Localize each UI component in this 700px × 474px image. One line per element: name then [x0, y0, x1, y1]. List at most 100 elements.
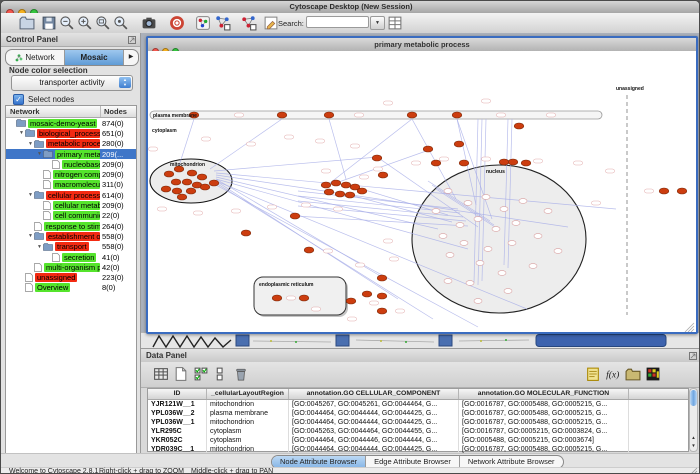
tree-item[interactable]: ▼transport558(0) [6, 242, 136, 252]
tree-item[interactable]: multi-organism pro42(0) [6, 262, 136, 272]
new-attribute-icon[interactable] [173, 366, 189, 382]
table-row[interactable]: YPL036W__1mitochondrion[GO:0044464, GO:0… [148, 418, 688, 427]
notes-icon[interactable] [585, 366, 601, 382]
tree-header[interactable]: Network Nodes [6, 106, 136, 118]
main-toolbar: Search: ▼ [1, 13, 700, 34]
node-count: 614(0) [102, 191, 124, 200]
node-count: 209(0) [102, 160, 124, 169]
tab-network[interactable]: Network [6, 50, 65, 65]
node-label [235, 113, 244, 117]
control-panel: Control Panel Network Mosaic ▶ Node colo… [1, 33, 141, 467]
annotation-icon[interactable] [263, 15, 279, 31]
node [182, 179, 192, 185]
search-input[interactable] [306, 16, 369, 28]
tab-mosaic[interactable]: Mosaic [65, 50, 124, 65]
tree-item[interactable]: ▼metabolic process280(0) [6, 139, 136, 149]
column-header[interactable]: _cellularLayoutRegion [207, 389, 289, 399]
scroll-up-icon[interactable]: ▲ [690, 434, 697, 442]
more-tabs-icon[interactable]: ▶ [124, 50, 138, 65]
collapse-icon[interactable]: ▼ [18, 130, 25, 136]
network-canvas-wrap: plasma membranecytoplasmmitochondrionnuc… [148, 51, 696, 332]
tree-item[interactable]: macromolecule311(0) [6, 180, 136, 190]
tree-item[interactable]: secretion41(0) [6, 252, 136, 262]
table-scrollbar[interactable]: ▲ ▼ [689, 388, 698, 452]
column-header[interactable]: ID [148, 389, 207, 399]
table-row[interactable]: YLR295Ccytoplasm[GO:0045263, GO:0044464,… [148, 427, 688, 436]
collapse-icon[interactable]: ▼ [27, 141, 34, 147]
tree-item-label: nucleobase- [62, 160, 100, 169]
help-icon[interactable] [169, 15, 185, 31]
tree-item[interactable]: response to stimul264(0) [6, 221, 136, 231]
attribute-table-header[interactable]: ID _cellularLayoutRegion annotation.GO C… [148, 389, 688, 400]
select-nodes-checkbox[interactable]: ✓ [13, 94, 24, 105]
node [431, 160, 441, 166]
layout-spring-icon[interactable] [241, 15, 257, 31]
float-panel-icon[interactable] [128, 35, 136, 43]
snapshot-icon[interactable] [141, 15, 157, 31]
table-row[interactable]: YKR052Ccytoplasm[GO:0044464, GO:0044446,… [148, 436, 688, 445]
node-count: 264(0) [102, 222, 124, 231]
network-view-window[interactable]: primary metabolic process plasma membran… [146, 36, 698, 334]
float-panel-icon[interactable] [689, 351, 697, 359]
app-window: Cytoscape Desktop (New Session) Search: … [0, 0, 700, 474]
tree-item-label: biological_process [37, 129, 100, 138]
collapse-icon[interactable]: ▼ [36, 151, 43, 157]
attribute-table-icon[interactable] [153, 366, 169, 382]
node-count: 22(0) [102, 211, 120, 220]
import-table-icon[interactable] [625, 366, 641, 382]
open-session-icon[interactable] [19, 15, 35, 31]
scroll-down-icon[interactable]: ▼ [690, 442, 697, 450]
search-dropdown-icon[interactable]: ▼ [370, 16, 385, 30]
node [346, 298, 356, 304]
tree-item[interactable]: ▼cellular process614(0) [6, 190, 136, 200]
resize-grip-icon[interactable] [689, 467, 698, 474]
tree-item[interactable]: mosaic-demo-yeast874(0) [6, 118, 136, 128]
collapse-icon[interactable]: ▼ [36, 244, 43, 250]
tree-item[interactable]: cellular metabol209(0) [6, 200, 136, 210]
tree-item[interactable]: unassigned223(0) [6, 272, 136, 282]
table-row[interactable]: YPL036W__2plasma membrane[GO:0044464, GO… [148, 409, 688, 418]
column-header[interactable] [629, 389, 688, 399]
network-window-titlebar[interactable]: primary metabolic process [148, 38, 696, 52]
column-header[interactable]: annotation.GO CELLULAR_COMPONENT [289, 389, 459, 399]
column-header[interactable]: annotation.GO MOLECULAR_FUNCTION [459, 389, 629, 399]
network-canvas[interactable]: plasma membranecytoplasmmitochondrionnuc… [148, 51, 696, 332]
dropdown-stepper-icon[interactable]: ▲▼ [119, 77, 131, 88]
tree-item[interactable]: ▼biological_process651(0) [6, 128, 136, 138]
tree-item[interactable]: ▼primary metabol209(... [6, 149, 136, 159]
file-icon [25, 283, 33, 292]
scrollbar-thumb[interactable] [690, 390, 697, 406]
table-row[interactable]: YJR121W__1mitochondrion[GO:0045267, GO:0… [148, 400, 688, 409]
tree-item[interactable]: Overview8(0) [6, 283, 136, 293]
zoom-fit-icon[interactable] [95, 15, 111, 31]
background-windows-strip[interactable] [141, 332, 700, 348]
node [200, 184, 210, 190]
formula-icon[interactable]: f(x) [605, 366, 621, 382]
layout-grid-icon[interactable] [215, 15, 231, 31]
zoom-selected-icon[interactable] [113, 15, 129, 31]
tree-item[interactable]: nucleobase-209(0) [6, 159, 136, 169]
tree-item[interactable]: nitrogen compo209(0) [6, 169, 136, 179]
zoom-out-icon[interactable] [59, 15, 75, 31]
node [171, 179, 181, 185]
collapse-icon[interactable]: ▼ [27, 233, 34, 239]
node [659, 188, 669, 194]
node-label [285, 135, 294, 139]
node [209, 180, 219, 186]
node-color-dropdown[interactable]: transporter activity ▲▼ [11, 75, 133, 91]
unselect-attributes-icon[interactable] [213, 366, 229, 382]
heatmap-icon[interactable] [645, 366, 661, 382]
zoom-in-icon[interactable] [77, 15, 93, 31]
tree-item[interactable]: cell communicat22(0) [6, 211, 136, 221]
save-session-icon[interactable] [41, 15, 57, 31]
select-attributes-icon[interactable] [193, 366, 209, 382]
node-label [287, 296, 296, 300]
tree-item[interactable]: ▼establishment of lo558(0) [6, 231, 136, 241]
node-label [374, 167, 383, 171]
collapse-icon[interactable]: ▼ [27, 192, 34, 198]
attribute-browser-icon[interactable] [387, 15, 403, 31]
node-count: 209(... [102, 150, 123, 159]
vizmapper-icon[interactable] [195, 15, 211, 31]
tree-item-label: unassigned [35, 273, 77, 282]
delete-attribute-icon[interactable] [233, 366, 249, 382]
